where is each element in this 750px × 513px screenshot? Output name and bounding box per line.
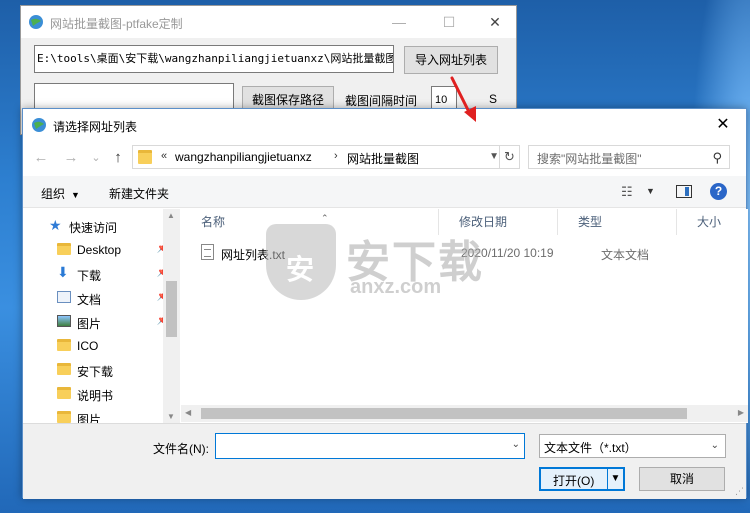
nav-item-anxiazai[interactable]: 安下载 bbox=[53, 359, 163, 381]
star-icon: ★ bbox=[49, 217, 62, 233]
folder-icon bbox=[57, 387, 71, 399]
filename-input[interactable]: ⌄ bbox=[215, 433, 525, 459]
scroll-down-icon[interactable]: ▼ bbox=[167, 412, 175, 421]
nav-item-label: 下载 bbox=[77, 269, 102, 283]
nav-item-label: 文档 bbox=[77, 293, 102, 307]
help-icon[interactable]: ? bbox=[710, 183, 727, 200]
chevron-down-icon[interactable]: ⌄ bbox=[512, 439, 520, 450]
organize-label: 组织 bbox=[41, 187, 66, 201]
file-type-select[interactable]: 文本文件（*.txt） ⌄ bbox=[539, 434, 726, 458]
open-file-dialog: 请选择网址列表 ✕ ← → ⌄ ↑ « wangzhanpiliangjietu… bbox=[22, 108, 748, 499]
nav-item-manual[interactable]: 说明书 bbox=[53, 383, 163, 405]
nav-pane-scrollbar[interactable]: ▲ ▼ bbox=[163, 209, 180, 423]
column-header-label: 名称 bbox=[201, 215, 226, 229]
interval-label: 截图间隔时间 bbox=[345, 94, 418, 108]
view-options-icon[interactable]: ☷ bbox=[621, 184, 633, 200]
caret-down-icon: ▼ bbox=[71, 190, 80, 200]
breadcrumb-segment[interactable]: wangzhanpiliangjietuanxz bbox=[175, 150, 312, 164]
quick-access-label: 快速访问 bbox=[69, 221, 118, 235]
column-header-size[interactable]: 大小 bbox=[677, 209, 748, 235]
scroll-right-icon[interactable]: ▶ bbox=[738, 408, 744, 417]
dialog-close-button[interactable]: ✕ bbox=[700, 109, 746, 140]
new-folder-button[interactable]: 新建文件夹 bbox=[109, 185, 169, 202]
dialog-titlebar: 请选择网址列表 ✕ bbox=[23, 109, 746, 140]
preview-pane-icon[interactable] bbox=[676, 185, 692, 198]
interval-unit-label: S bbox=[489, 92, 498, 106]
nav-item-ico[interactable]: ICO bbox=[53, 335, 163, 357]
folder-icon bbox=[57, 243, 71, 255]
file-type-value: 文本文件（*.txt） bbox=[544, 441, 637, 455]
site-watermark: 安 安下载 anxz.com bbox=[266, 224, 511, 304]
close-button[interactable]: ✕ bbox=[472, 6, 518, 38]
breadcrumb-overflow[interactable]: « bbox=[161, 150, 167, 162]
address-bar[interactable]: « wangzhanpiliangjietuanxz › 网站批量截图 ▼ ↻ bbox=[132, 145, 520, 169]
chevron-down-icon: ⌄ bbox=[710, 440, 719, 451]
watermark-shield-logo: 安 bbox=[266, 224, 336, 300]
picture-icon bbox=[57, 315, 71, 327]
caret-down-icon[interactable]: ▼ bbox=[646, 186, 655, 196]
nav-item-documents[interactable]: 文档 📌 bbox=[53, 287, 169, 309]
navigation-bar: ← → ⌄ ↑ « wangzhanpiliangjietuanxz › 网站批… bbox=[23, 140, 746, 174]
breadcrumb-segment[interactable]: 网站批量截图 bbox=[347, 150, 419, 167]
main-titlebar: 网站批量截图-ptfake定制 — ☐ ✕ bbox=[21, 6, 516, 38]
scrollbar-thumb[interactable] bbox=[201, 408, 687, 419]
filename-label: 文件名(N): bbox=[153, 442, 209, 456]
open-button[interactable]: 打开(O) ▼ bbox=[539, 467, 625, 491]
folder-icon bbox=[57, 411, 71, 423]
list-path-input[interactable]: E:\tools\桌面\安下载\wangzhanpiliangjietuanxz… bbox=[34, 45, 394, 73]
dialog-title: 请选择网址列表 bbox=[53, 120, 138, 134]
minimize-button[interactable]: — bbox=[376, 6, 422, 38]
organize-menu[interactable]: 组织 ▼ bbox=[41, 185, 80, 202]
nav-item-label: 安下载 bbox=[77, 365, 114, 379]
scroll-left-icon[interactable]: ◀ bbox=[185, 408, 191, 417]
nav-item-pictures-folder[interactable]: 图片 bbox=[53, 407, 163, 423]
folder-icon bbox=[57, 363, 71, 375]
refresh-icon[interactable]: ↻ bbox=[499, 146, 519, 168]
text-file-icon bbox=[201, 244, 214, 260]
column-header-type[interactable]: 类型 bbox=[558, 209, 677, 235]
maximize-button[interactable]: ☐ bbox=[426, 6, 472, 38]
dialog-footer: 文件名(N): ⌄ 文本文件（*.txt） ⌄ 打开(O) ▼ 取消 ⋰ bbox=[23, 423, 746, 499]
search-input[interactable]: 搜索"网站批量截图" ⚲ bbox=[528, 145, 730, 169]
download-icon: ⬇ bbox=[57, 264, 69, 280]
main-window-title: 网站批量截图-ptfake定制 bbox=[50, 17, 183, 31]
back-arrow-icon[interactable]: ← bbox=[31, 148, 51, 168]
nav-item-label: 图片 bbox=[77, 413, 102, 423]
document-icon bbox=[57, 291, 71, 303]
nav-item-label: ICO bbox=[77, 339, 99, 353]
nav-item-pictures[interactable]: 图片 📌 bbox=[53, 311, 169, 333]
search-placeholder: 搜索"网站批量截图" bbox=[537, 152, 642, 166]
nav-item-label: 图片 bbox=[77, 317, 102, 331]
watermark-text-en: anxz.com bbox=[350, 276, 442, 298]
open-split-dropdown-icon[interactable]: ▼ bbox=[607, 469, 623, 489]
nav-item-downloads[interactable]: ⬇ 下载 📌 bbox=[53, 263, 169, 285]
command-toolbar: 组织 ▼ 新建文件夹 ☷ ▼ ? bbox=[23, 176, 746, 208]
file-type: 文本文档 bbox=[601, 248, 650, 262]
cancel-button[interactable]: 取消 bbox=[639, 467, 725, 491]
recent-locations-icon[interactable]: ⌄ bbox=[86, 148, 106, 168]
resize-grip-icon[interactable]: ⋰ bbox=[735, 486, 744, 497]
app-globe-icon bbox=[32, 118, 46, 132]
quick-access-item[interactable]: ★ 快速访问 bbox=[49, 215, 179, 237]
file-list-scrollbar[interactable]: ◀ ▶ bbox=[181, 405, 748, 422]
scrollbar-thumb[interactable] bbox=[166, 281, 177, 337]
app-globe-icon bbox=[29, 15, 43, 29]
up-arrow-icon[interactable]: ↑ bbox=[108, 148, 128, 168]
folder-icon bbox=[57, 339, 71, 351]
forward-arrow-icon[interactable]: → bbox=[61, 148, 81, 168]
search-icon[interactable]: ⚲ bbox=[712, 150, 722, 166]
nav-item-label: Desktop bbox=[77, 243, 122, 257]
chevron-down-icon[interactable]: ▼ bbox=[489, 151, 499, 162]
breadcrumb-separator[interactable]: › bbox=[334, 150, 338, 162]
nav-item-label: 说明书 bbox=[77, 389, 114, 403]
scroll-up-icon[interactable]: ▲ bbox=[167, 211, 175, 220]
nav-item-desktop[interactable]: Desktop 📌 bbox=[53, 239, 169, 261]
navigation-pane: ★ 快速访问 Desktop 📌 ⬇ 下载 📌 文档 📌 图片 📌 ICO bbox=[23, 209, 179, 423]
red-arrow-annotation bbox=[450, 76, 476, 122]
open-button-label: 打开(O) bbox=[553, 474, 595, 488]
folder-icon bbox=[138, 150, 152, 164]
